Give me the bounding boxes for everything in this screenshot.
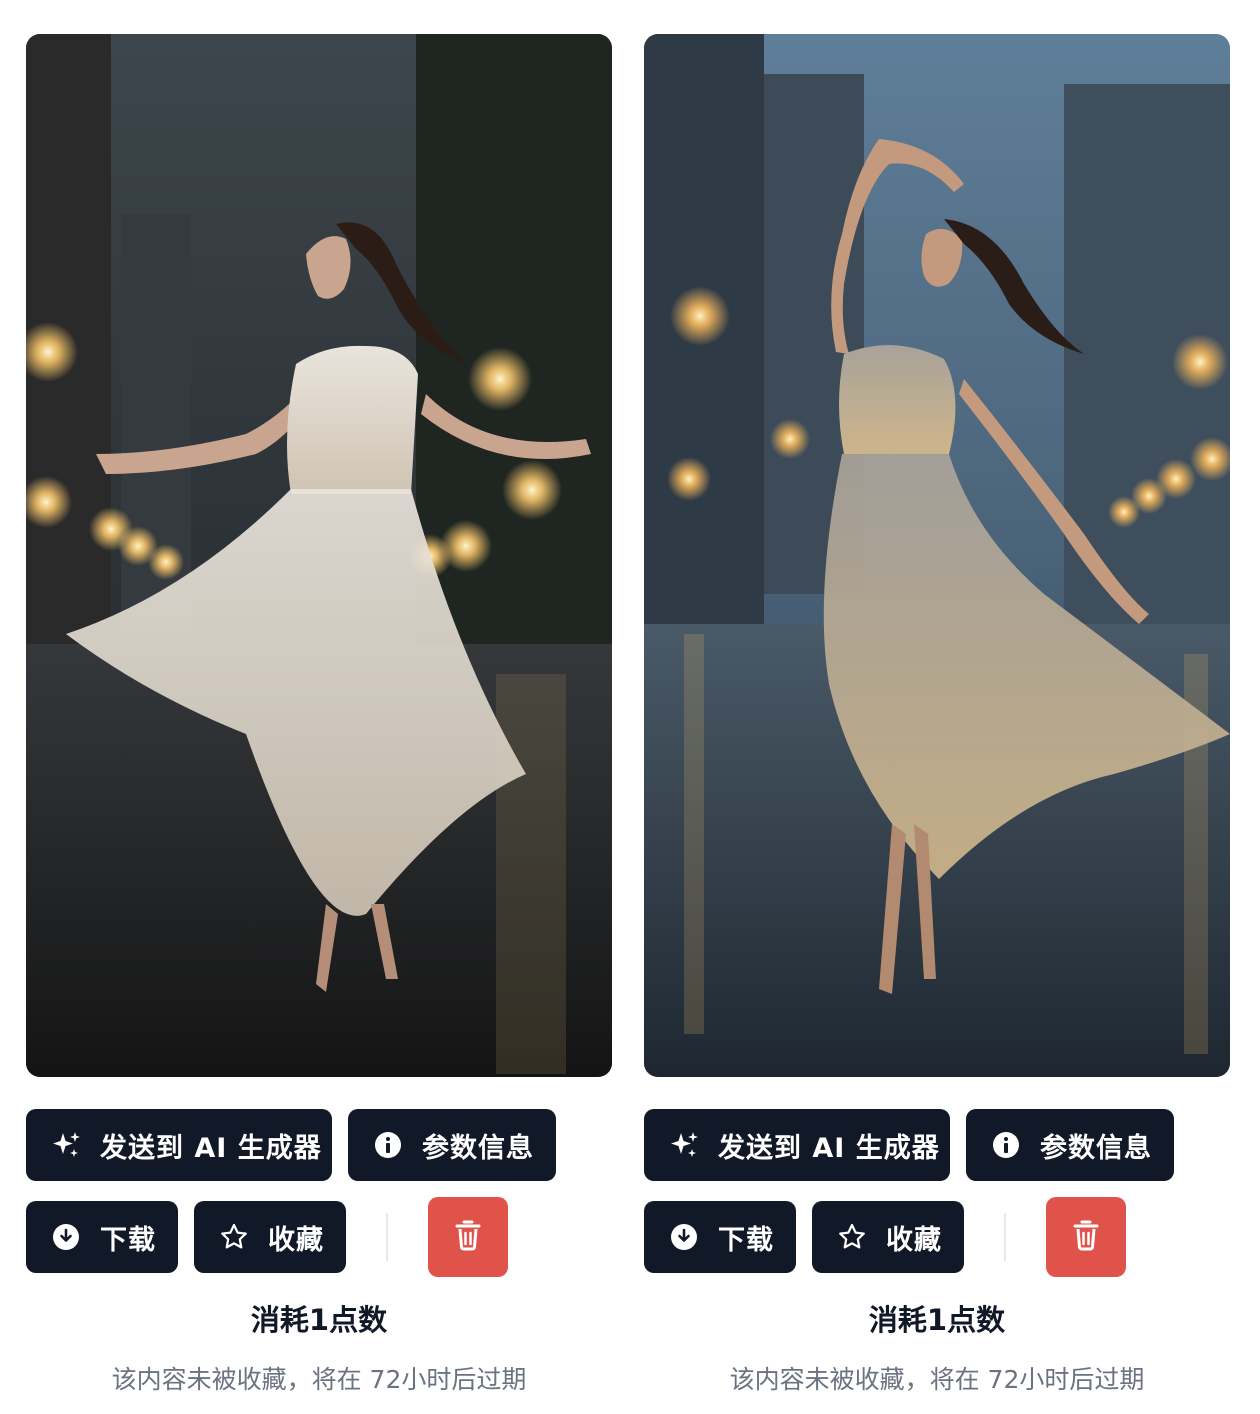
parameter-info-button[interactable]: 参数信息 (348, 1109, 556, 1181)
download-button[interactable]: 下载 (644, 1201, 796, 1273)
favorite-label: 收藏 (268, 1224, 324, 1256)
favorite-label: 收藏 (886, 1224, 942, 1256)
info-circle-icon (990, 1129, 1022, 1161)
trash-icon (1072, 1219, 1100, 1255)
sparkles-icon (50, 1129, 82, 1161)
favorite-button[interactable]: 收藏 (194, 1201, 346, 1273)
generated-image-render (644, 34, 1230, 1077)
parameter-info-button[interactable]: 参数信息 (966, 1109, 1174, 1181)
download-label: 下载 (100, 1224, 156, 1256)
download-circle-icon (50, 1221, 82, 1253)
star-icon (836, 1221, 868, 1253)
generated-image[interactable] (26, 34, 612, 1077)
download-label: 下载 (718, 1224, 774, 1256)
cost-text: 消耗1点数 (250, 1303, 388, 1337)
primary-actions: 发送到 AI 生成器 参数信息 (26, 1109, 556, 1181)
cost-text: 消耗1点数 (868, 1303, 1006, 1337)
trash-icon (454, 1219, 482, 1255)
star-icon (218, 1221, 250, 1253)
expiry-notice: 该内容未被收藏，将在 72小时后过期 (729, 1365, 1145, 1394)
secondary-actions: 下载 收藏 (26, 1197, 508, 1277)
parameter-info-label: 参数信息 (422, 1132, 534, 1164)
divider (386, 1213, 388, 1261)
info-circle-icon (372, 1129, 404, 1161)
download-button[interactable]: 下载 (26, 1201, 178, 1273)
download-circle-icon (668, 1221, 700, 1253)
primary-actions: 发送到 AI 生成器 参数信息 (644, 1109, 1174, 1181)
send-to-ai-generator-button[interactable]: 发送到 AI 生成器 (26, 1109, 332, 1181)
send-to-ai-generator-label: 发送到 AI 生成器 (718, 1132, 940, 1164)
result-card: 发送到 AI 生成器 参数信息 下载 收藏 消耗1点数 该内容未被收藏，将在 7… (644, 34, 1230, 1394)
generated-image[interactable] (644, 34, 1230, 1077)
delete-button[interactable] (428, 1197, 508, 1277)
send-to-ai-generator-label: 发送到 AI 生成器 (100, 1132, 322, 1164)
send-to-ai-generator-button[interactable]: 发送到 AI 生成器 (644, 1109, 950, 1181)
sparkles-icon (668, 1129, 700, 1161)
parameter-info-label: 参数信息 (1040, 1132, 1152, 1164)
results-grid: 发送到 AI 生成器 参数信息 下载 收藏 消耗1点数 该内容未被收藏，将在 7… (0, 0, 1260, 1414)
generated-image-render (26, 34, 612, 1077)
divider (1004, 1213, 1006, 1261)
result-card: 发送到 AI 生成器 参数信息 下载 收藏 消耗1点数 该内容未被收藏，将在 7… (26, 34, 612, 1394)
secondary-actions: 下载 收藏 (644, 1197, 1126, 1277)
favorite-button[interactable]: 收藏 (812, 1201, 964, 1273)
expiry-notice: 该内容未被收藏，将在 72小时后过期 (111, 1365, 527, 1394)
delete-button[interactable] (1046, 1197, 1126, 1277)
